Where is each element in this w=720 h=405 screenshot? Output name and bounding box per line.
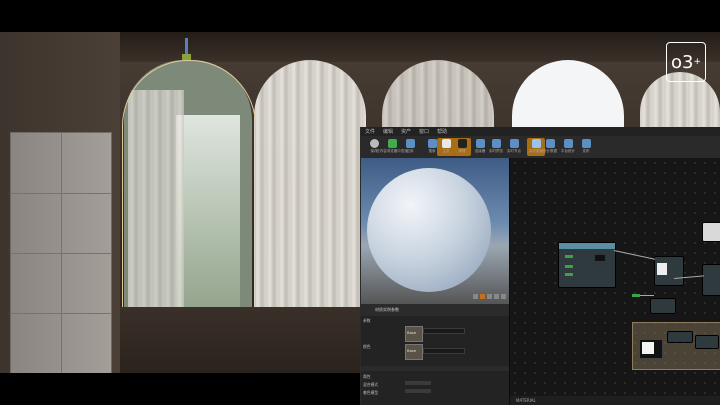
node-preview — [595, 255, 605, 261]
check-icon — [387, 139, 397, 148]
toolbar-live-preview-button[interactable]: 实时预览 — [487, 138, 505, 156]
search-icon — [427, 139, 437, 148]
graph-wire — [613, 250, 656, 260]
toolbar-stats-button[interactable]: 统计数据 — [541, 138, 559, 156]
toolbar-apply-button[interactable]: 应用 — [401, 138, 419, 156]
graph-status-bar: MATERIAL — [510, 396, 720, 405]
apply-icon — [405, 139, 415, 148]
stats-icon — [545, 139, 555, 148]
material-preview-viewport[interactable] — [361, 158, 509, 304]
clean-icon — [457, 139, 467, 148]
details-label: 参数 — [363, 318, 371, 323]
texture-slot-label: Base — [407, 330, 417, 335]
live-nodes-icon — [509, 139, 519, 148]
node-preview — [642, 342, 654, 354]
node-pin[interactable] — [632, 294, 640, 297]
node-preview — [657, 263, 667, 275]
details-label: 着色模型 — [363, 390, 379, 395]
graph-node[interactable] — [702, 264, 720, 296]
menu-item[interactable]: 文件 — [365, 128, 375, 135]
node-pin[interactable] — [565, 265, 573, 268]
editor-menu-bar: 文件 编辑 资产 窗口 帮助 — [361, 127, 720, 136]
graph-node[interactable] — [650, 298, 676, 314]
live-preview-icon — [491, 139, 501, 148]
graph-node[interactable] — [558, 242, 616, 288]
save-icon — [369, 139, 379, 148]
plane-icon[interactable] — [487, 294, 492, 299]
graph-node[interactable] — [702, 222, 720, 242]
toolbar-browse-button[interactable]: 在内容浏览器中查找 — [376, 138, 408, 156]
texture-slot-label: Base — [407, 348, 417, 353]
letterbox-top — [0, 0, 720, 32]
editor-toolbar: 保存 在内容浏览器中查找 应用 搜索 主页 清理 连接器 实时预览 实时节点 实… — [361, 136, 720, 159]
menu-item[interactable]: 帮助 — [437, 128, 447, 135]
preview-shape-buttons — [473, 294, 507, 300]
mesh-icon[interactable] — [501, 294, 506, 299]
details-panel-header: 材质实例参数 — [361, 304, 509, 316]
graph-wire — [640, 295, 654, 296]
blend-mode-dropdown[interactable] — [405, 381, 431, 385]
connectors-icon — [475, 139, 485, 148]
arch-window-2 — [254, 60, 366, 310]
graph-node[interactable] — [654, 256, 684, 286]
toolbar-live-nodes-button[interactable]: 实时节点 — [505, 138, 523, 156]
material-node-graph[interactable]: MATERIAL — [509, 158, 720, 405]
cylinder-icon[interactable] — [473, 294, 478, 299]
texture-node[interactable] — [639, 339, 663, 359]
details-panel: 参数 Base 颜色 Base 属性 混合模式 着色模型 — [361, 316, 509, 405]
letterbox-bottom — [0, 373, 360, 405]
release-icon — [581, 139, 591, 148]
texture-dropdown[interactable] — [423, 328, 465, 334]
material-editor-window[interactable]: 文件 编辑 资产 窗口 帮助 保存 在内容浏览器中查找 应用 搜索 主页 清理 … — [360, 127, 720, 405]
toolbar-clean-button[interactable]: 清理 — [453, 138, 471, 156]
graph-node[interactable] — [695, 335, 719, 349]
menu-item[interactable]: 窗口 — [419, 128, 429, 135]
comment-box[interactable] — [632, 322, 720, 370]
brand-logo: o3 + — [666, 42, 706, 82]
home-icon — [441, 139, 451, 148]
platform-stats-icon — [563, 139, 573, 148]
node-pin[interactable] — [565, 273, 573, 276]
cube-icon[interactable] — [494, 294, 499, 299]
graph-node[interactable] — [667, 331, 693, 343]
menu-item[interactable]: 资产 — [401, 128, 411, 135]
live-update-icon — [531, 139, 541, 148]
details-label: 属性 — [363, 374, 371, 379]
shading-model-dropdown[interactable] — [405, 389, 431, 393]
menu-item[interactable]: 编辑 — [383, 128, 393, 135]
toolbar-release-button[interactable]: 发布 — [577, 138, 595, 156]
node-title — [559, 243, 615, 249]
preview-sphere — [367, 168, 491, 292]
details-section-divider — [361, 366, 509, 371]
details-label: 颜色 — [363, 344, 371, 349]
toolbar-platform-stats-button[interactable]: 平台统计 — [559, 138, 577, 156]
gizmo-handle-icon[interactable] — [182, 54, 191, 60]
texture-dropdown[interactable] — [423, 348, 465, 354]
node-pin[interactable] — [565, 255, 573, 258]
wardrobe-cabinet — [10, 132, 112, 373]
details-label: 混合模式 — [363, 382, 379, 387]
sphere-icon[interactable] — [480, 294, 485, 299]
